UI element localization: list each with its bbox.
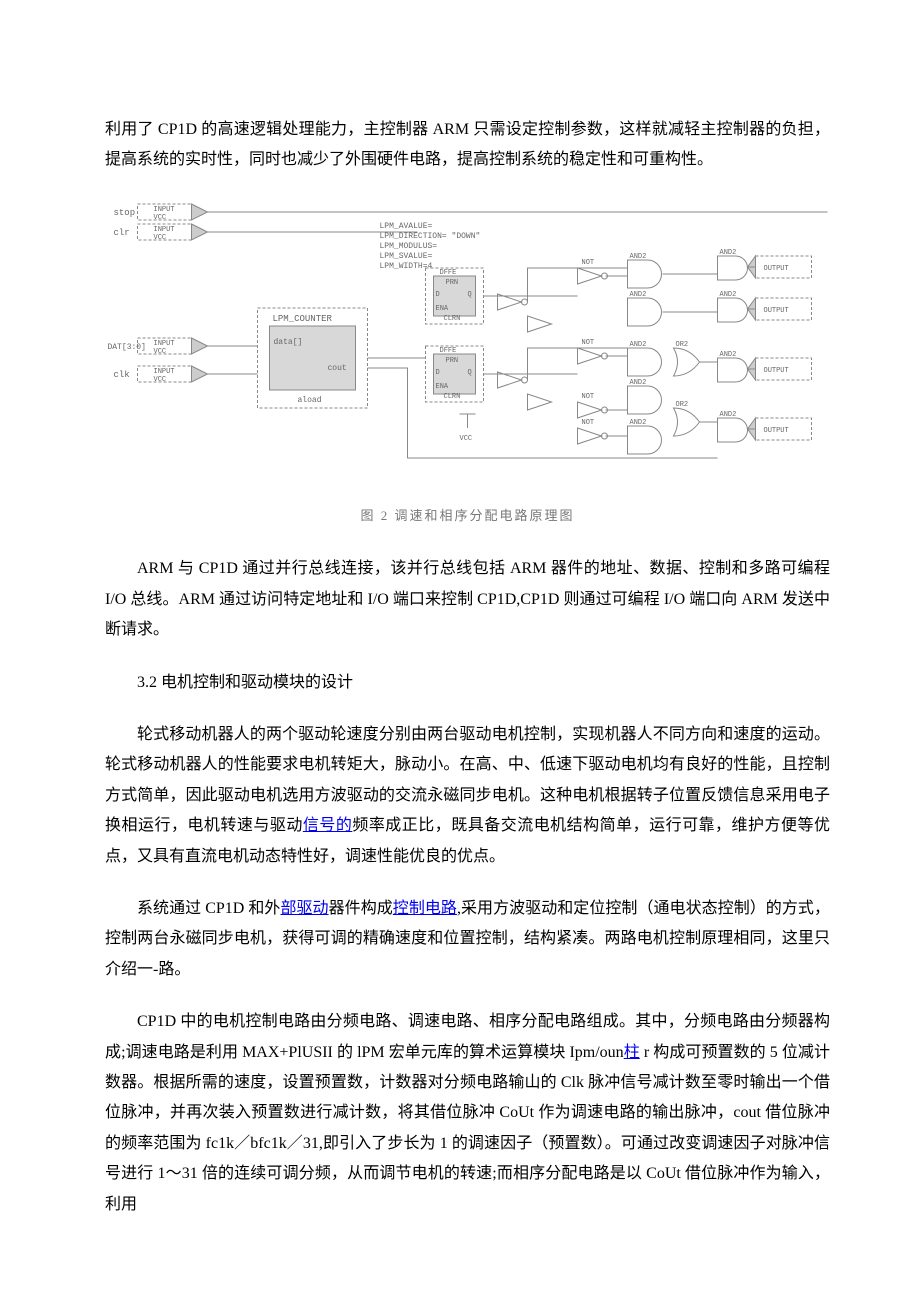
- lbl-input-1: INPUT: [154, 206, 175, 214]
- paragraph-3: 轮式移动机器人的两个驱动轮速度分别由两台驱动电机控制，实现机器人不同方向和速度的…: [105, 720, 830, 872]
- lbl-input-4: INPUT: [154, 368, 175, 376]
- lbl-dffe-1: DFFE: [440, 269, 457, 277]
- link-control-circuit[interactable]: 控制电路: [393, 900, 457, 917]
- link-signal[interactable]: 信号的: [303, 817, 352, 834]
- lbl-and2-3: AND2: [630, 341, 647, 349]
- section-3-2-title: 3.2 电机控制和驱动模块的设计: [105, 668, 830, 698]
- paragraph-1: 利用了 CP1D 的高速逻辑处理能力，主控制器 ARM 只需设定控制参数，这样就…: [105, 115, 830, 176]
- lbl-lpm-direction: LPM_DIRECTION= "DOWN": [380, 232, 481, 241]
- p4-text-b: 器件构成: [329, 900, 393, 917]
- lbl-lpm-svalue: LPM_SVALUE=: [380, 252, 433, 261]
- lbl-output-1: OUTPUT: [764, 265, 789, 273]
- lbl-vcc-1: VCC: [154, 214, 167, 222]
- lbl-not-2: NOT: [582, 339, 595, 347]
- lbl-lpm-width: LPM_WIDTH=4: [380, 262, 433, 271]
- paragraph-5: CP1D 中的电机控制电路由分频电路、调速电路、相序分配电路组成。其中，分频电路…: [105, 1007, 830, 1220]
- lbl-cout: cout: [328, 364, 347, 373]
- lbl-q-1: Q: [468, 291, 472, 299]
- lbl-data: DAT[3:0]: [108, 343, 146, 352]
- lbl-lpm-modulus: LPM_MODULUS=: [380, 242, 438, 251]
- lbl-not-1: NOT: [582, 259, 595, 267]
- lbl-ena-1: ENA: [436, 305, 449, 313]
- lbl-lpm-avalue: LPM_AVALUE=: [380, 222, 433, 231]
- p4-text-a: 系统通过 CP1D 和外: [137, 900, 280, 917]
- lbl-and2-o4: AND2: [720, 411, 737, 419]
- lbl-vcc-bottom: VCC: [460, 435, 473, 443]
- lbl-clrn-1: CLRN: [444, 315, 461, 323]
- lbl-lpm-counter: LPM_COUNTER: [273, 314, 333, 324]
- lbl-and2-1: AND2: [630, 253, 647, 261]
- lbl-or2-2: OR2: [676, 401, 689, 409]
- lbl-and2-2: AND2: [630, 291, 647, 299]
- lbl-stop: stop: [114, 208, 136, 218]
- link-zhu[interactable]: 柱: [624, 1044, 640, 1061]
- lbl-and2-5: AND2: [630, 419, 647, 427]
- lbl-and2-4: AND2: [630, 379, 647, 387]
- link-drive[interactable]: 部驱动: [280, 900, 328, 917]
- lbl-dataport: data[]: [274, 338, 303, 347]
- paragraph-2: ARM 与 CP1D 通过并行总线连接，该并行总线包括 ARM 器件的地址、数据…: [105, 554, 830, 645]
- lbl-clrn-2: CLRN: [444, 393, 461, 401]
- lbl-vcc-2: VCC: [154, 234, 167, 242]
- lbl-q-2: Q: [468, 369, 472, 377]
- lbl-and2-o2: AND2: [720, 291, 737, 299]
- lbl-d-2: D: [436, 369, 440, 377]
- lbl-d-1: D: [436, 291, 440, 299]
- lbl-not-3: NOT: [582, 393, 595, 401]
- lbl-and2-o3: AND2: [720, 351, 737, 359]
- lbl-vcc-4: VCC: [154, 376, 167, 384]
- p5-text-b: r 构成可预置数的 5 位减计数器。根据所需的速度，设置预置数，计数器对分频电路…: [105, 1044, 830, 1213]
- lbl-and2-o1: AND2: [720, 249, 737, 257]
- lbl-prn-2: PRN: [446, 357, 459, 365]
- paragraph-4: 系统通过 CP1D 和外部驱动器件构成控制电路,采用方波驱动和定位控制（通电状态…: [105, 894, 830, 985]
- lbl-output-2: OUTPUT: [764, 307, 789, 315]
- lbl-clr: clr: [114, 228, 130, 238]
- lbl-ena-2: ENA: [436, 383, 449, 391]
- figure-2-circuit-diagram: stop clr DAT[3:0] clk INPUT VCC INPUT VC…: [105, 198, 830, 498]
- figure-2-caption: 图 2 调速和相序分配电路原理图: [105, 504, 830, 529]
- lbl-output-3: OUTPUT: [764, 367, 789, 375]
- lbl-clk: clk: [114, 370, 130, 380]
- lbl-input-2: INPUT: [154, 226, 175, 234]
- lbl-aload: aload: [298, 396, 322, 405]
- lbl-or2-1: OR2: [676, 341, 689, 349]
- lbl-not-4: NOT: [582, 419, 595, 427]
- figure-2-wrap: stop clr DAT[3:0] clk INPUT VCC INPUT VC…: [105, 198, 830, 529]
- document-page: 利用了 CP1D 的高速逻辑处理能力，主控制器 ARM 只需设定控制参数，这样就…: [0, 0, 920, 1302]
- lbl-dffe-2: DFFE: [440, 347, 457, 355]
- lbl-input-3: INPUT: [154, 340, 175, 348]
- lbl-prn-1: PRN: [446, 279, 459, 287]
- lbl-output-4: OUTPUT: [764, 427, 789, 435]
- lbl-vcc-3: VCC: [154, 348, 167, 356]
